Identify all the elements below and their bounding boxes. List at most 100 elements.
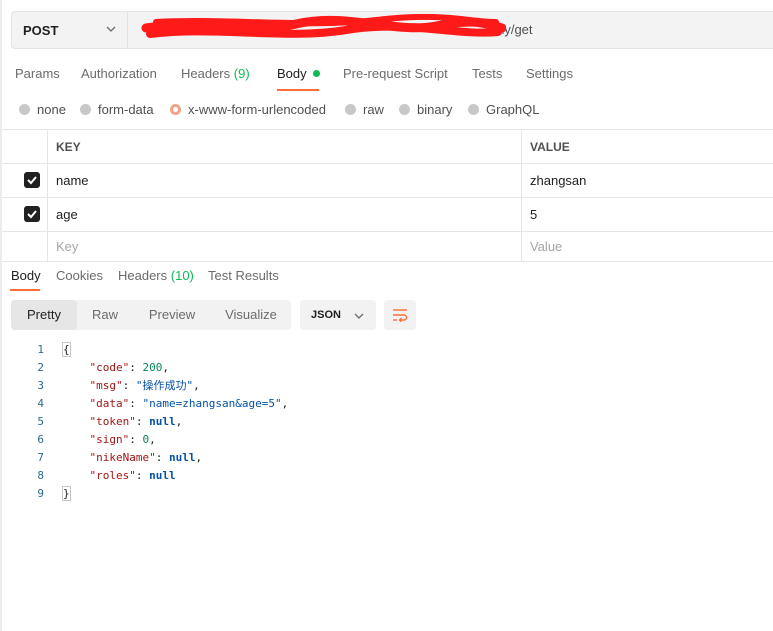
line-number: 4 (37, 397, 44, 410)
param-value: zhangsan (530, 173, 587, 188)
value-cell[interactable]: Value (522, 232, 773, 261)
param-key: name (56, 173, 89, 188)
view-visualize-button[interactable]: Visualize (216, 300, 286, 330)
line-number: 9 (37, 487, 44, 500)
header-value-cell: VALUE (522, 130, 773, 163)
view-preview-button[interactable]: Preview (137, 300, 207, 330)
radio-label: binary (417, 102, 453, 117)
line-number: 8 (37, 469, 44, 482)
view-mode-group: Pretty Raw Preview Visualize (11, 300, 291, 330)
line-number: 5 (37, 415, 44, 428)
row-checkbox[interactable] (24, 172, 40, 188)
tab-headers[interactable]: Headers (9) (181, 66, 250, 81)
active-tab-underline (277, 89, 319, 91)
tab-headers-count: (9) (233, 66, 250, 81)
format-label: JSON (311, 309, 341, 321)
table-header-row: KEY VALUE (2, 130, 773, 164)
redaction-scribble (141, 14, 506, 38)
wrap-lines-button[interactable] (384, 300, 416, 330)
header-value: VALUE (530, 140, 570, 154)
code-text: "sign": 0, (89, 433, 156, 446)
radio-label: raw (363, 102, 384, 117)
checkmark-icon (27, 210, 37, 219)
body-indicator-dot (312, 70, 320, 77)
line-number: 1 (37, 343, 44, 356)
radio-graphql[interactable]: GraphQL (468, 102, 539, 117)
header-check-cell (2, 130, 48, 163)
response-tab-headers-label: Headers (118, 268, 168, 283)
check-cell (2, 164, 48, 197)
radio-raw[interactable]: raw (345, 102, 384, 117)
table-row: name zhangsan (2, 164, 773, 198)
format-select[interactable]: JSON (300, 300, 376, 330)
response-tab-cookies[interactable]: Cookies (56, 268, 103, 283)
radio-circle (80, 104, 91, 115)
code-text: "nikeName": null, (89, 451, 203, 464)
code-text: "token": null, (89, 415, 183, 428)
code-text: } (62, 486, 71, 501)
key-cell[interactable]: name (48, 164, 522, 197)
radio-x-www-form-urlencoded[interactable]: x-www-form-urlencoded (170, 102, 326, 117)
tab-headers-label: Headers (181, 66, 231, 81)
response-tab-body[interactable]: Body (11, 268, 41, 283)
radio-none[interactable]: none (19, 102, 66, 117)
param-value: 5 (530, 207, 538, 222)
params-table: KEY VALUE name zhangsan age 5 Key Value (2, 129, 773, 262)
tab-settings[interactable]: Settings (526, 66, 573, 81)
chevron-down-icon (106, 26, 116, 32)
checkmark-icon (27, 176, 37, 185)
radio-form-data[interactable]: form-data (80, 102, 154, 117)
code-text: "roles": null (89, 469, 176, 482)
value-cell[interactable]: zhangsan (522, 164, 773, 197)
radio-circle (19, 104, 30, 115)
value-cell[interactable]: 5 (522, 198, 773, 231)
request-url-bar: POST /efly/get (11, 11, 773, 49)
wrap-lines-icon (393, 309, 408, 322)
tab-tests[interactable]: Tests (472, 66, 502, 81)
param-key: age (56, 207, 78, 222)
tab-pre-request-script[interactable]: Pre-request Script (343, 66, 448, 81)
code-text: "code": 200, (89, 361, 170, 374)
line-number: 7 (37, 451, 44, 464)
key-cell[interactable]: age (48, 198, 522, 231)
radio-label: none (37, 102, 66, 117)
view-pretty-button[interactable]: Pretty (11, 300, 77, 330)
line-number: 3 (37, 379, 44, 392)
radio-label: form-data (98, 102, 154, 117)
header-key: KEY (56, 140, 81, 154)
line-number: 2 (37, 361, 44, 374)
response-tab-headers[interactable]: Headers (10) (118, 268, 194, 283)
line-number: 6 (37, 433, 44, 446)
row-checkbox[interactable] (24, 206, 40, 222)
tab-params[interactable]: Params (15, 66, 60, 81)
view-raw-button[interactable]: Raw (77, 300, 133, 330)
radio-label: x-www-form-urlencoded (188, 102, 326, 117)
key-cell[interactable]: Key (48, 232, 522, 261)
left-panel-edge (0, 0, 2, 631)
tab-authorization[interactable]: Authorization (81, 66, 157, 81)
check-cell (2, 232, 48, 261)
tab-body[interactable]: Body (277, 66, 320, 81)
table-row-empty: Key Value (2, 232, 773, 262)
radio-circle (468, 104, 479, 115)
tab-body-label: Body (277, 66, 307, 81)
method-select[interactable]: POST (12, 12, 128, 48)
radio-binary[interactable]: binary (399, 102, 452, 117)
check-cell (2, 198, 48, 231)
response-tab-headers-count: (10) (170, 268, 194, 283)
response-active-tab-underline (10, 289, 40, 291)
header-key-cell: KEY (48, 130, 522, 163)
radio-circle (345, 104, 356, 115)
radio-circle-selected (170, 104, 181, 115)
key-placeholder: Key (56, 239, 79, 254)
table-row: age 5 (2, 198, 773, 232)
code-text: "data": "name=zhangsan&age=5", (89, 397, 289, 410)
code-text: { (62, 342, 71, 357)
method-label: POST (23, 22, 59, 38)
chevron-down-icon (354, 313, 364, 319)
radio-label: GraphQL (486, 102, 540, 117)
radio-circle (399, 104, 410, 115)
value-placeholder: Value (530, 239, 563, 254)
code-text: "msg": "操作成功", (89, 379, 200, 392)
response-tab-test-results[interactable]: Test Results (208, 268, 279, 283)
